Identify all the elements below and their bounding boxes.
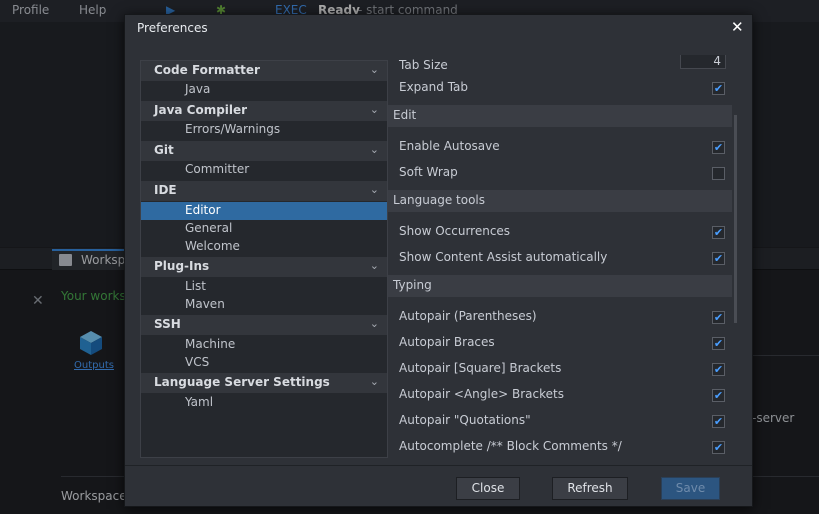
setting-autopair-angle: Autopair <Angle> Brackets ✔ bbox=[388, 382, 728, 408]
chevron-down-icon[interactable]: ⌄ bbox=[370, 103, 379, 116]
close-button[interactable]: Close bbox=[456, 477, 520, 500]
tree-item-label: List bbox=[185, 279, 206, 293]
section-language-tools: Language tools bbox=[388, 190, 732, 212]
autopair-square-checkbox[interactable]: ✔ bbox=[712, 363, 725, 376]
tree-item-yaml[interactable]: Yaml bbox=[141, 394, 387, 412]
tree-group-label: IDE bbox=[154, 183, 177, 197]
setting-label: Tab Size bbox=[399, 58, 448, 72]
tree-item-committer[interactable]: Committer bbox=[141, 161, 387, 179]
autopair-angle-checkbox[interactable]: ✔ bbox=[712, 389, 725, 402]
section-title: Edit bbox=[393, 108, 417, 122]
tree-group-plug-ins[interactable]: Plug-Ins ⌄ bbox=[141, 257, 387, 277]
show-occurrences-checkbox[interactable]: ✔ bbox=[712, 226, 725, 239]
tree-item-machine[interactable]: Machine bbox=[141, 336, 387, 354]
tree-item-errors-warnings[interactable]: Errors/Warnings bbox=[141, 121, 387, 139]
setting-expand-tab: Expand Tab ✔ bbox=[388, 75, 728, 101]
tree-item-label: Welcome bbox=[185, 239, 240, 253]
tree-group-label: Git bbox=[154, 143, 174, 157]
setting-autopair-square: Autopair [Square] Brackets ✔ bbox=[388, 356, 728, 382]
tree-item-label: Editor bbox=[185, 203, 221, 217]
tree-item-java[interactable]: Java bbox=[141, 81, 387, 99]
chevron-down-icon[interactable]: ⌄ bbox=[370, 259, 379, 272]
soft-wrap-checkbox[interactable] bbox=[712, 167, 725, 180]
tree-item-maven[interactable]: Maven bbox=[141, 296, 387, 314]
setting-autocomplete-block-comments: Autocomplete /** Block Comments */ ✔ bbox=[388, 434, 728, 460]
tree-group-label: Code Formatter bbox=[154, 63, 260, 77]
setting-soft-wrap: Soft Wrap bbox=[388, 160, 728, 186]
tree-item-vcs[interactable]: VCS bbox=[141, 354, 387, 372]
tree-item-label: Maven bbox=[185, 297, 225, 311]
expand-tab-checkbox[interactable]: ✔ bbox=[712, 82, 725, 95]
setting-label: Soft Wrap bbox=[399, 165, 458, 179]
tree-item-label: General bbox=[185, 221, 233, 235]
setting-autopair-parentheses: Autopair (Parentheses) ✔ bbox=[388, 304, 728, 330]
section-title: Typing bbox=[393, 278, 432, 292]
tree-group-label: Java Compiler bbox=[154, 103, 248, 117]
setting-label: Autocomplete /** Block Comments */ bbox=[399, 439, 622, 453]
chevron-down-icon[interactable]: ⌄ bbox=[370, 317, 379, 330]
autocomplete-block-comments-checkbox[interactable]: ✔ bbox=[712, 441, 725, 454]
tree-item-label: VCS bbox=[185, 355, 210, 369]
settings-pane: Tab Size 4 Expand Tab ✔ Edit Enable Auto… bbox=[388, 55, 737, 463]
setting-enable-autosave: Enable Autosave ✔ bbox=[388, 134, 728, 160]
tree-item-welcome[interactable]: Welcome bbox=[141, 238, 387, 256]
setting-label: Autopair Braces bbox=[399, 335, 495, 349]
tree-group-label: SSH bbox=[154, 317, 181, 331]
tree-group-language-server-settings[interactable]: Language Server Settings ⌄ bbox=[141, 373, 387, 393]
tree-group-ssh[interactable]: SSH ⌄ bbox=[141, 315, 387, 335]
divider bbox=[125, 465, 752, 466]
tree-item-list[interactable]: List bbox=[141, 278, 387, 296]
setting-label: Autopair [Square] Brackets bbox=[399, 361, 562, 375]
tab-size-input[interactable]: 4 bbox=[680, 55, 726, 69]
settings-scrollbar[interactable] bbox=[734, 115, 737, 323]
setting-autopair-quotations: Autopair "Quotations" ✔ bbox=[388, 408, 728, 434]
section-typing: Typing bbox=[388, 275, 732, 297]
section-edit: Edit bbox=[388, 105, 732, 127]
dialog-title: Preferences bbox=[137, 21, 208, 35]
tree-item-label: Yaml bbox=[185, 395, 214, 409]
show-content-assist-checkbox[interactable]: ✔ bbox=[712, 252, 725, 265]
tree-group-git[interactable]: Git ⌄ bbox=[141, 141, 387, 161]
tree-item-label: Machine bbox=[185, 337, 236, 351]
setting-label: Autopair "Quotations" bbox=[399, 413, 531, 427]
tree-group-code-formatter[interactable]: Code Formatter ⌄ bbox=[141, 61, 387, 81]
chevron-down-icon[interactable]: ⌄ bbox=[370, 183, 379, 196]
setting-label: Show Occurrences bbox=[399, 224, 511, 238]
setting-show-content-assist: Show Content Assist automatically ✔ bbox=[388, 245, 728, 271]
tree-item-label: Errors/Warnings bbox=[185, 122, 281, 136]
save-button[interactable]: Save bbox=[661, 477, 720, 500]
setting-label: Autopair <Angle> Brackets bbox=[399, 387, 564, 401]
chevron-down-icon[interactable]: ⌄ bbox=[370, 143, 379, 156]
autopair-braces-checkbox[interactable]: ✔ bbox=[712, 337, 725, 350]
tree-item-editor[interactable]: Editor bbox=[141, 202, 387, 220]
tree-group-java-compiler[interactable]: Java Compiler ⌄ bbox=[141, 101, 387, 121]
setting-label: Expand Tab bbox=[399, 80, 469, 94]
autopair-quotations-checkbox[interactable]: ✔ bbox=[712, 415, 725, 428]
setting-label: Show Content Assist automatically bbox=[399, 250, 608, 264]
tree-item-label: Committer bbox=[185, 162, 250, 176]
tree-item-label: Java bbox=[185, 82, 211, 96]
tree-item-general[interactable]: General bbox=[141, 220, 387, 238]
enable-autosave-checkbox[interactable]: ✔ bbox=[712, 141, 725, 154]
setting-show-occurrences: Show Occurrences ✔ bbox=[388, 219, 728, 245]
tree-group-label: Language Server Settings bbox=[154, 375, 330, 389]
chevron-down-icon[interactable]: ⌄ bbox=[370, 63, 379, 76]
setting-label: Autopair (Parentheses) bbox=[399, 309, 537, 323]
autopair-parentheses-checkbox[interactable]: ✔ bbox=[712, 311, 725, 324]
section-title: Language tools bbox=[393, 193, 486, 207]
tree-group-label: Plug-Ins bbox=[154, 259, 210, 273]
chevron-down-icon[interactable]: ⌄ bbox=[370, 375, 379, 388]
refresh-button[interactable]: Refresh bbox=[552, 477, 628, 500]
tree-group-ide[interactable]: IDE ⌄ bbox=[141, 181, 387, 201]
preferences-tree: Code Formatter ⌄ Java Java Compiler ⌄ Er… bbox=[140, 60, 388, 458]
close-icon[interactable]: ✕ bbox=[731, 18, 744, 36]
setting-label: Enable Autosave bbox=[399, 139, 500, 153]
preferences-dialog: Preferences ✕ Code Formatter ⌄ Java Java… bbox=[124, 14, 753, 507]
setting-autopair-braces: Autopair Braces ✔ bbox=[388, 330, 728, 356]
